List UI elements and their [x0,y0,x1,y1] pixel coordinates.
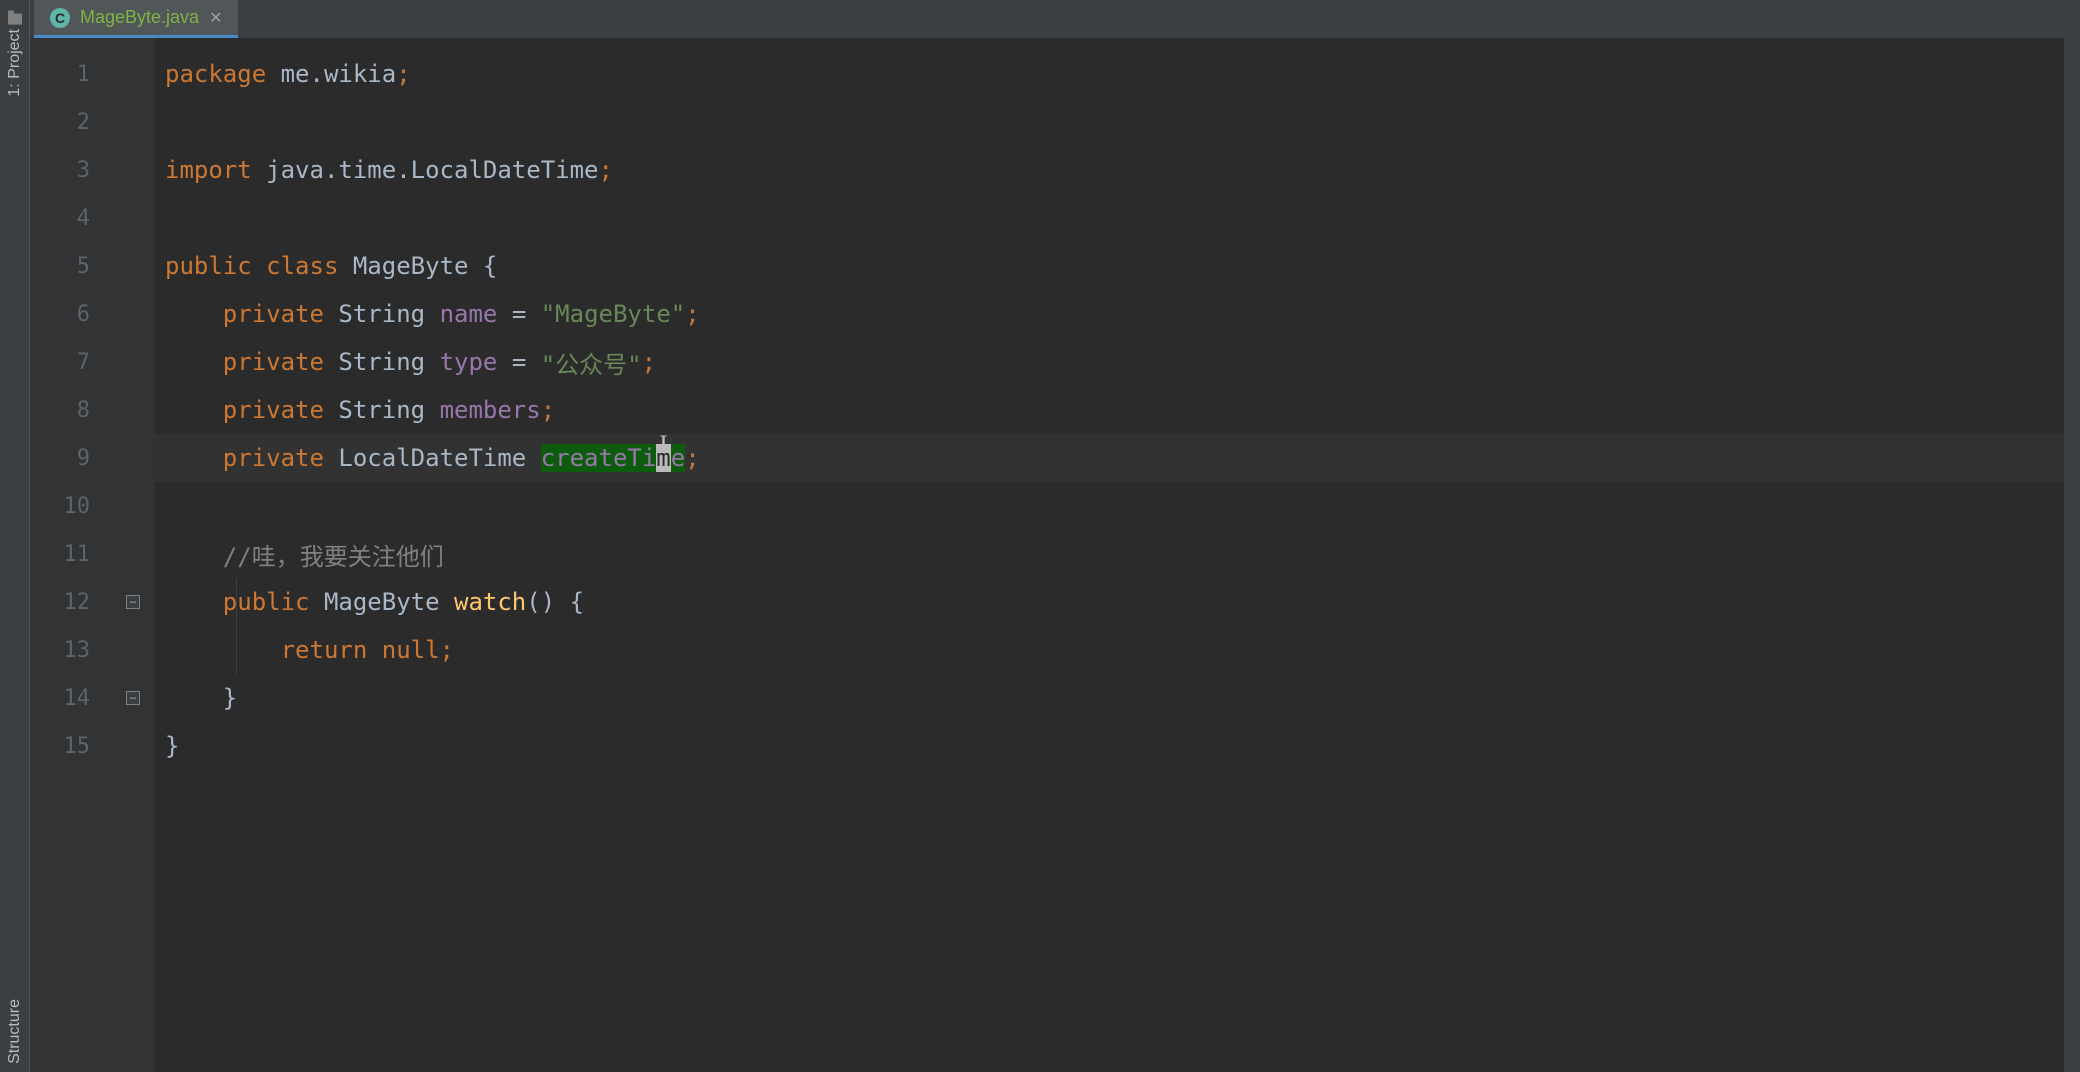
line-number[interactable]: 13 [30,626,120,674]
line-number[interactable]: 11 [30,530,120,578]
code-line [155,98,2064,146]
tab-filename: MageByte.java [80,7,199,28]
code-line [155,482,2064,530]
code-line: //哇，我要关注他们 [155,530,2064,578]
line-number[interactable]: 7 [30,338,120,386]
line-number[interactable]: 15 [30,722,120,770]
project-tab-label: 1: Project [6,29,24,97]
ide-window: 1: Project Structure C MageByte.java ✕ 1… [0,0,2080,1072]
code-line: package me.wikia; [155,50,2064,98]
code-line: return null; [155,626,2064,674]
fold-marker-icon[interactable] [126,691,140,705]
close-tab-icon[interactable]: ✕ [209,8,222,28]
editor-tab-magebyte[interactable]: C MageByte.java ✕ [34,0,238,38]
line-number[interactable]: 1 [30,50,120,98]
code-line: private String members; [155,386,2064,434]
code-line: private String name = "MageByte"; [155,290,2064,338]
code-line-active: private LocalDateTime createTiIme; [155,434,2064,482]
code-line [155,194,2064,242]
line-number[interactable]: 8 [30,386,120,434]
fold-gutter [120,38,155,1072]
code-line: public class MageByte { [155,242,2064,290]
code-line: private String type = "公众号"; [155,338,2064,386]
line-number[interactable]: 12 [30,578,120,626]
text-caret: Im [656,444,670,472]
editor-tab-bar: C MageByte.java ✕ [30,0,2080,38]
code-editor[interactable]: 1 2 3 4 5 6 7 8 9 10 11 12 13 14 15 [30,38,2080,1072]
vertical-scrollbar[interactable] [2064,38,2080,1072]
folder-icon [8,14,22,25]
line-number[interactable]: 3 [30,146,120,194]
line-number[interactable]: 5 [30,242,120,290]
line-number[interactable]: 10 [30,482,120,530]
line-number[interactable]: 9 [30,434,120,482]
code-line: } [155,722,2064,770]
project-tool-tab[interactable]: 1: Project [2,4,28,105]
line-number[interactable]: 4 [30,194,120,242]
fold-marker-icon[interactable] [126,595,140,609]
code-line: import java.time.LocalDateTime; [155,146,2064,194]
code-text-area[interactable]: package me.wikia; import java.time.Local… [155,38,2064,1072]
code-line: public MageByte watch() { [155,578,2064,626]
structure-tool-tab[interactable]: Structure [2,991,28,1072]
code-line: } [155,674,2064,722]
tool-window-bar: 1: Project Structure [0,0,30,1072]
line-number[interactable]: 2 [30,98,120,146]
line-number[interactable]: 6 [30,290,120,338]
structure-tab-label: Structure [6,999,24,1064]
line-number-gutter: 1 2 3 4 5 6 7 8 9 10 11 12 13 14 15 [30,38,120,1072]
line-number[interactable]: 14 [30,674,120,722]
class-icon: C [50,8,70,28]
editor-main: C MageByte.java ✕ 1 2 3 4 5 6 7 8 9 10 1… [30,0,2080,1072]
